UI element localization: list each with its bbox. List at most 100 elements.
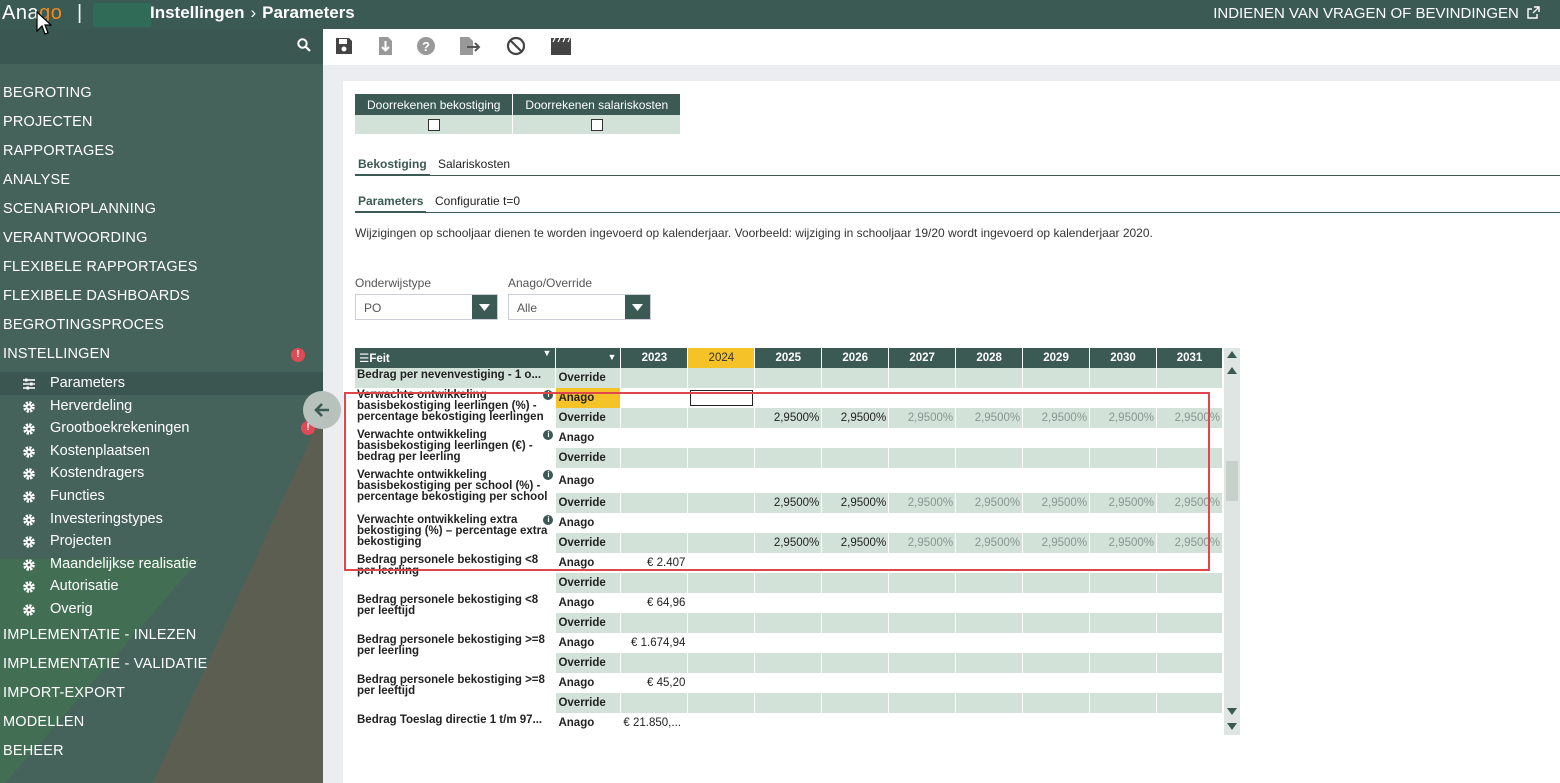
breadcrumb-instellingen[interactable]: Instellingen — [150, 3, 244, 22]
value-cell[interactable] — [888, 673, 957, 693]
value-cell[interactable] — [1089, 693, 1157, 713]
value-cell[interactable]: 2,9500% — [1022, 493, 1091, 513]
value-cell[interactable] — [687, 693, 756, 713]
value-cell[interactable]: € 64,96 — [620, 593, 689, 613]
sub-nav-kostenplaatsen[interactable]: Kostenplaatsen — [0, 440, 323, 463]
value-cell[interactable] — [754, 713, 823, 733]
value-cell[interactable] — [955, 713, 1024, 733]
value-cell[interactable] — [821, 633, 890, 653]
column-header-year[interactable]: 2027 — [888, 348, 957, 368]
value-cell[interactable] — [1156, 593, 1223, 613]
value-cell[interactable] — [1022, 553, 1091, 573]
value-cell[interactable]: 2,9500% — [821, 533, 890, 553]
value-cell[interactable] — [888, 653, 957, 673]
value-cell[interactable] — [821, 673, 890, 693]
value-cell[interactable]: 2,9500% — [1156, 533, 1223, 553]
chevron-down-icon[interactable]: ▼ — [608, 352, 617, 362]
value-cell[interactable] — [888, 693, 957, 713]
value-cell[interactable] — [1089, 368, 1157, 388]
value-cell[interactable]: 2,9500% — [1089, 493, 1157, 513]
value-cell[interactable] — [687, 653, 756, 673]
value-cell[interactable] — [821, 468, 890, 493]
value-cell[interactable]: 2,9500% — [1089, 408, 1157, 428]
nav-implementatie-validatie[interactable]: IMPLEMENTATIE - VALIDATIE — [0, 650, 323, 679]
column-header-year[interactable]: 2025 — [754, 348, 823, 368]
value-cell[interactable] — [687, 613, 756, 633]
nav-import-export[interactable]: IMPORT-EXPORT — [0, 679, 323, 708]
value-cell[interactable] — [955, 693, 1024, 713]
value-cell[interactable]: € 2.407 — [620, 553, 689, 573]
save-icon[interactable] — [334, 36, 354, 56]
value-cell[interactable] — [687, 368, 756, 388]
feedback-link[interactable]: INDIENEN VAN VRAGEN OF BEVINDINGEN — [1213, 5, 1540, 22]
value-cell[interactable] — [687, 593, 756, 613]
nav-projecten[interactable]: PROJECTEN — [0, 108, 323, 137]
value-cell[interactable] — [888, 573, 957, 593]
onderwijstype-select[interactable]: PO — [355, 294, 498, 320]
value-cell[interactable]: 2,9500% — [955, 493, 1024, 513]
sub-nav-projecten[interactable]: Projecten — [0, 530, 323, 553]
column-header-year[interactable]: 2031 — [1156, 348, 1223, 368]
value-cell-selected[interactable] — [687, 388, 756, 408]
value-cell[interactable] — [955, 613, 1024, 633]
value-cell[interactable] — [888, 613, 957, 633]
value-cell[interactable] — [1156, 368, 1223, 388]
value-cell[interactable] — [955, 673, 1024, 693]
value-cell[interactable] — [687, 533, 756, 553]
nav-scenarioplanning[interactable]: SCENARIOPLANNING — [0, 195, 323, 224]
value-cell[interactable] — [1156, 673, 1223, 693]
value-cell[interactable] — [821, 593, 890, 613]
doorrekenen-salariskosten-checkbox[interactable] — [590, 119, 603, 132]
value-cell[interactable] — [1156, 693, 1223, 713]
value-cell[interactable] — [1156, 553, 1223, 573]
info-icon[interactable]: i — [543, 430, 554, 440]
scrollbar-thumb[interactable] — [1226, 461, 1238, 501]
value-cell[interactable] — [754, 653, 823, 673]
value-cell[interactable] — [888, 448, 957, 468]
value-cell[interactable] — [1089, 633, 1157, 653]
nav-begroting[interactable]: BEGROTING — [0, 79, 323, 108]
value-cell[interactable] — [620, 533, 689, 553]
value-cell[interactable] — [955, 633, 1024, 653]
tab-salariskosten[interactable]: Salariskosten — [438, 157, 510, 171]
value-cell[interactable]: 2,9500% — [1089, 533, 1157, 553]
value-cell[interactable] — [687, 468, 756, 493]
tab-bekostiging[interactable]: Bekostiging — [355, 157, 430, 176]
value-cell[interactable]: 2,9500% — [955, 533, 1024, 553]
value-cell[interactable] — [620, 408, 689, 428]
value-cell[interactable] — [955, 448, 1024, 468]
value-cell[interactable] — [955, 653, 1024, 673]
info-icon[interactable]: i — [543, 390, 554, 400]
value-cell[interactable] — [1089, 388, 1157, 408]
info-icon[interactable]: i — [543, 515, 554, 525]
dropdown-button[interactable] — [625, 295, 650, 319]
value-cell[interactable] — [1022, 593, 1091, 613]
scroll-up-icon[interactable] — [1227, 367, 1237, 374]
value-cell[interactable]: 2,9500% — [754, 493, 823, 513]
collapse-sidebar-button[interactable] — [303, 391, 341, 429]
value-cell[interactable] — [687, 633, 756, 653]
grid-vertical-scrollbar[interactable] — [1224, 348, 1240, 735]
value-cell[interactable] — [821, 428, 890, 448]
value-cell[interactable]: € 1.674,94 — [620, 633, 689, 653]
value-cell[interactable] — [888, 553, 957, 573]
value-cell[interactable] — [1156, 613, 1223, 633]
value-cell[interactable] — [955, 388, 1024, 408]
value-cell[interactable] — [955, 593, 1024, 613]
column-header-year[interactable]: 2023 — [620, 348, 689, 368]
value-cell[interactable] — [754, 593, 823, 613]
value-cell[interactable] — [754, 388, 823, 408]
value-cell[interactable] — [754, 513, 823, 533]
sub-nav-grootboekrekeningen[interactable]: Grootboekrekeningen ! — [0, 417, 323, 440]
sub-nav-investeringstypes[interactable]: Investeringstypes — [0, 508, 323, 531]
column-header-year[interactable]: 2026 — [821, 348, 890, 368]
sub-nav-functies[interactable]: Functies — [0, 485, 323, 508]
value-cell[interactable] — [821, 513, 890, 533]
value-cell[interactable] — [1089, 653, 1157, 673]
value-cell[interactable] — [1089, 673, 1157, 693]
value-cell[interactable] — [1156, 513, 1223, 533]
value-cell[interactable] — [754, 368, 823, 388]
value-cell[interactable]: € 21.850,... — [620, 713, 689, 733]
value-cell[interactable] — [1022, 428, 1091, 448]
value-cell[interactable] — [1022, 468, 1091, 493]
